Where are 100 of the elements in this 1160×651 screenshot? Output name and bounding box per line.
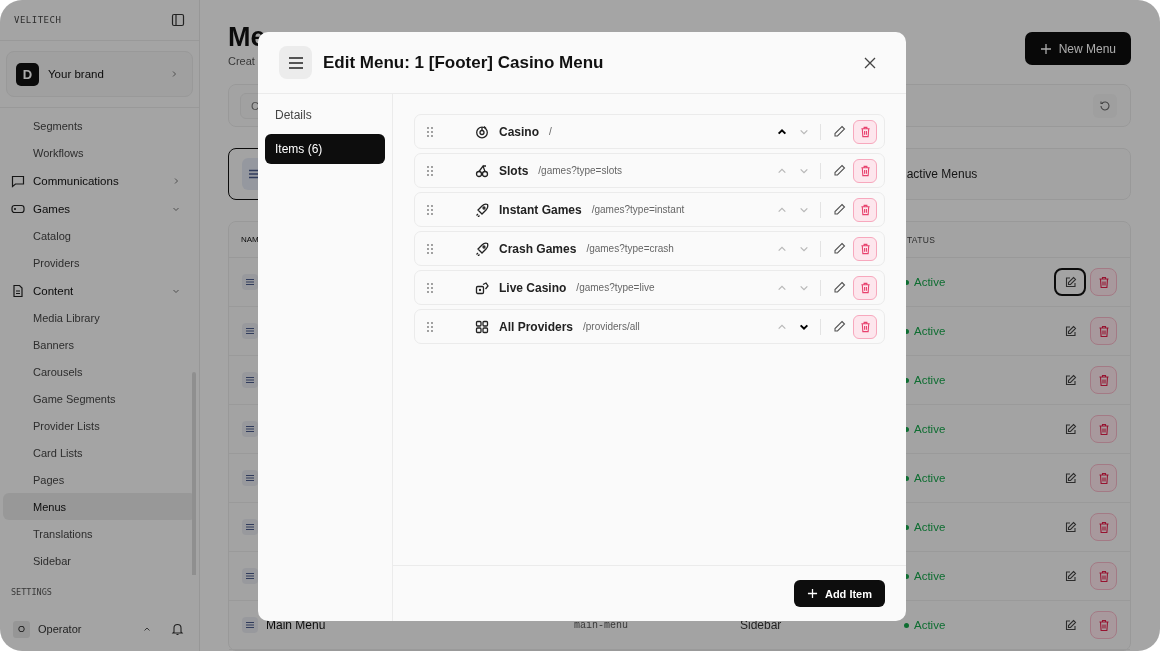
sidebar-item[interactable]: Game Segments (3, 385, 196, 412)
delete-button[interactable] (1090, 317, 1117, 345)
delete-button[interactable] (853, 314, 877, 339)
status-label: Active (914, 472, 946, 484)
brand-name: VELITECH (14, 15, 62, 25)
sidebar-item[interactable]: Carousels (3, 358, 196, 385)
edit-button[interactable] (1054, 268, 1086, 296)
chip-icon (475, 124, 489, 139)
item-path: / (549, 126, 552, 137)
sidebar-item[interactable]: Provider Lists (3, 412, 196, 439)
drag-handle-icon[interactable] (427, 165, 433, 176)
sidebar-item[interactable]: Providers (3, 249, 196, 276)
drag-handle-icon[interactable] (427, 321, 433, 332)
bell-icon[interactable] (171, 622, 184, 636)
column-header: NAM (241, 235, 260, 244)
status-label: Active (914, 570, 946, 582)
item-name: Casino (499, 124, 539, 139)
menu-icon (242, 519, 258, 535)
item-name: All Providers (499, 319, 574, 334)
delete-button[interactable] (853, 158, 877, 183)
menu-icon (242, 274, 258, 290)
delete-button[interactable] (853, 119, 877, 144)
grid-icon (475, 319, 489, 334)
trash-icon (859, 164, 871, 177)
sidebar-item[interactable]: Pages (3, 466, 196, 493)
sidebar-item[interactable]: Banners (3, 331, 196, 358)
cherry-icon (475, 163, 489, 178)
edit-icon (1063, 471, 1077, 485)
menu-icon (279, 46, 312, 79)
menu-icon (242, 568, 258, 584)
delete-button[interactable] (1090, 366, 1117, 394)
edit-icon (1063, 618, 1077, 632)
delete-button[interactable] (853, 275, 877, 300)
menu-icon (242, 421, 258, 437)
dialog-tab[interactable]: Details (265, 100, 385, 130)
caret-up-icon[interactable] (143, 625, 151, 633)
status-label: Active (914, 374, 946, 386)
trash-icon (1097, 275, 1110, 289)
refresh-icon (1099, 99, 1111, 112)
item-path: /games?type=crash (586, 243, 674, 254)
plus-icon (806, 588, 818, 599)
sidebar-item[interactable]: Catalog (3, 222, 196, 249)
delete-button[interactable] (1090, 611, 1117, 639)
dice-icon (475, 280, 489, 295)
menu-icon (242, 372, 258, 388)
item-path: /games?type=slots (538, 165, 622, 176)
sidebar-item[interactable]: Communications (3, 167, 196, 194)
sidebar-toggle-icon[interactable] (171, 13, 185, 27)
edit-icon (1063, 324, 1077, 338)
delete-button[interactable] (1090, 464, 1117, 492)
item-name: Live Casino (499, 280, 567, 295)
user-name[interactable]: Operator (38, 623, 135, 635)
add-item-button[interactable]: Add Item (793, 580, 885, 607)
pencil-icon (832, 125, 846, 138)
pencil-icon (832, 281, 846, 294)
trash-icon (859, 242, 871, 255)
dialog-title: Edit Menu: 1 [Footer] Casino Menu (323, 52, 605, 73)
item-path: /games?type=live (576, 282, 655, 293)
sidebar-item[interactable]: Content (3, 277, 196, 304)
dialog-tab[interactable]: Items (6) (265, 134, 385, 164)
plus-icon (1039, 42, 1052, 55)
drag-handle-icon[interactable] (427, 243, 433, 254)
sidebar-item[interactable]: Sidebar (3, 547, 196, 574)
column-header: TATUS (906, 234, 937, 245)
delete-button[interactable] (1090, 513, 1117, 541)
trash-icon (859, 125, 871, 138)
delete-button[interactable] (853, 197, 877, 222)
new-menu-button[interactable]: New Menu (1024, 32, 1131, 65)
sidebar-item[interactable]: Segments (3, 112, 196, 139)
status-dot (904, 622, 909, 628)
delete-button[interactable] (853, 236, 877, 261)
menu-icon (242, 323, 258, 339)
sidebar-item[interactable]: Media Library (3, 304, 196, 331)
delete-button[interactable] (1090, 562, 1117, 590)
pencil-icon (832, 320, 846, 333)
status-label: Active (914, 423, 946, 435)
sidebar-item[interactable]: Card Lists (3, 439, 196, 466)
sidebar-item[interactable]: Translations (3, 520, 196, 547)
status-label: Active (914, 276, 946, 288)
pencil-icon (832, 164, 846, 177)
delete-button[interactable] (1090, 268, 1117, 296)
refresh-button[interactable] (1093, 93, 1117, 118)
trash-icon (1097, 618, 1110, 632)
drag-handle-icon[interactable] (427, 126, 433, 137)
chat-icon (11, 173, 25, 188)
sidebar-item[interactable]: Games (3, 195, 196, 222)
drag-handle-icon[interactable] (427, 282, 433, 293)
sidebar-item[interactable]: Workflows (3, 139, 196, 166)
item-name: Slots (499, 163, 529, 178)
delete-button[interactable] (1090, 415, 1117, 443)
edit-icon (1063, 275, 1077, 289)
close-icon[interactable] (864, 56, 876, 69)
workspace-avatar: D (16, 62, 39, 86)
pencil-icon (832, 242, 846, 255)
edit-icon (1063, 569, 1077, 583)
trash-icon (1097, 471, 1110, 485)
chevron-right-icon (170, 70, 178, 78)
drag-handle-icon[interactable] (427, 204, 433, 215)
workspace-switcher[interactable]: D Your brand (6, 51, 193, 97)
status-label: Active (914, 619, 946, 631)
